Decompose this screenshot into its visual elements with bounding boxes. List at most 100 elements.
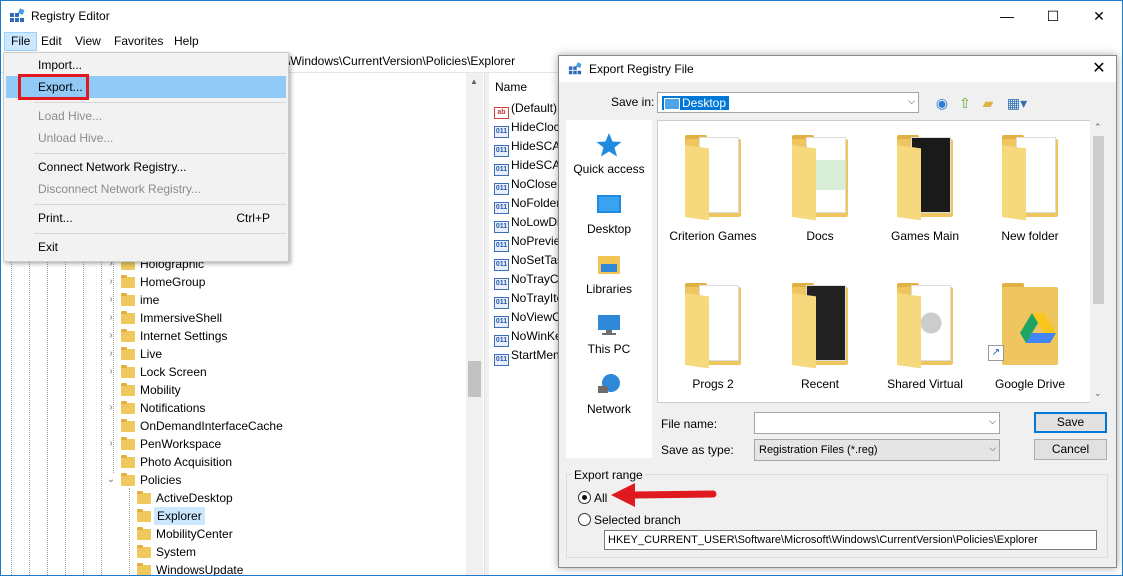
star-icon: [596, 133, 622, 157]
back-arrow-icon[interactable]: ◉: [933, 94, 951, 112]
shortcut-arrow-icon: ↗: [988, 345, 1004, 361]
chevron-down-icon[interactable]: ⌵: [908, 96, 915, 107]
folder-icon: [897, 135, 953, 221]
folder-icon: [121, 455, 135, 468]
place-label: Desktop: [586, 222, 632, 236]
chevron-right-icon[interactable]: ›: [106, 345, 116, 363]
file-item-progs-2[interactable]: Progs 2: [661, 283, 765, 391]
radio-selected-branch[interactable]: [578, 513, 591, 526]
scroll-up-icon[interactable]: ⌃: [1094, 122, 1102, 133]
folder-icon: [121, 347, 135, 360]
value-row[interactable]: 011NoLowDiskSpaceChecks: [494, 213, 559, 233]
value-row[interactable]: 011NoFolderOptions: [494, 194, 559, 214]
view-menu-icon[interactable]: ▦▾: [1004, 94, 1030, 112]
file-item-google-drive[interactable]: ↗ Google Drive: [978, 283, 1082, 391]
column-header-name[interactable]: Name: [495, 80, 527, 94]
menu-item-connect-network-registry[interactable]: Connect Network Registry...: [6, 156, 286, 178]
value-row[interactable]: 011NoCloseDragDropBands: [494, 175, 559, 195]
folder-icon: [685, 135, 741, 221]
value-row[interactable]: 011NoPreviewPane: [494, 232, 559, 252]
value-row[interactable]: 011NoTrayItemsDisplay: [494, 289, 559, 309]
chevron-down-icon[interactable]: ⌵: [989, 416, 996, 427]
value-row[interactable]: 011HideSCAHealth: [494, 137, 559, 157]
tree-item-label: ime: [140, 293, 160, 307]
tree-item-label: Photo Acquisition: [140, 455, 233, 469]
tree-scrollbar[interactable]: [466, 73, 483, 575]
file-item-games-main[interactable]: Games Main: [873, 135, 977, 243]
folder-icon: [685, 283, 741, 369]
file-item-new-folder[interactable]: New folder: [978, 135, 1082, 243]
dword-value-icon: 011: [494, 354, 509, 366]
menu-edit[interactable]: Edit: [35, 32, 68, 51]
place-network[interactable]: Network: [566, 372, 652, 416]
folder-icon: [792, 135, 848, 221]
value-row[interactable]: ab (Default): [494, 99, 557, 119]
scroll-down-icon[interactable]: ⌄: [1094, 388, 1102, 399]
tree-scrollbar-thumb[interactable]: [468, 361, 481, 397]
radio-all[interactable]: [578, 491, 591, 504]
file-item-shared-virtual[interactable]: Shared Virtual: [873, 283, 977, 391]
selected-branch-field[interactable]: HKEY_CURRENT_USER\Software\Microsoft\Win…: [604, 530, 1097, 550]
dialog-close-icon[interactable]: ✕: [1088, 58, 1110, 80]
menu-item-exit[interactable]: Exit: [6, 236, 286, 258]
minimize-button[interactable]: —: [984, 1, 1030, 31]
value-row[interactable]: 011HideClock: [494, 118, 559, 138]
value-row[interactable]: 011NoSetTaskbar: [494, 251, 559, 271]
export-range-label: Export range: [572, 468, 645, 482]
chevron-right-icon[interactable]: ›: [106, 435, 116, 453]
save-button[interactable]: Save: [1034, 412, 1107, 433]
radio-selected-branch-label[interactable]: Selected branch: [594, 513, 681, 527]
up-folder-icon[interactable]: ⇧: [956, 94, 974, 112]
file-label: Shared Virtual: [887, 377, 963, 391]
value-row[interactable]: 011NoViewContextMenu: [494, 308, 559, 328]
value-row[interactable]: 011HideSCANetwork: [494, 156, 559, 176]
scroll-up-icon[interactable]: ▲: [470, 77, 478, 86]
tree-item-label: WindowsUpdate: [156, 563, 244, 575]
chevron-right-icon[interactable]: ›: [106, 273, 116, 291]
folder-icon: [121, 365, 135, 378]
chevron-right-icon[interactable]: ›: [106, 327, 116, 345]
maximize-button[interactable]: ☐: [1030, 1, 1076, 31]
chevron-right-icon[interactable]: ›: [106, 399, 116, 417]
tree-item-label: Internet Settings: [140, 329, 228, 343]
value-row[interactable]: 011NoTrayContextMenu: [494, 270, 559, 290]
file-item-docs[interactable]: Docs: [768, 135, 872, 243]
place-quick-access[interactable]: Quick access: [566, 132, 652, 176]
computer-icon: [598, 315, 620, 335]
chevron-right-icon[interactable]: ›: [106, 291, 116, 309]
menu-view[interactable]: View: [69, 32, 107, 51]
save-as-type-combo[interactable]: Registration Files (*.reg) ⌵: [754, 439, 1000, 461]
value-name: NoTrayContextMenu: [511, 272, 559, 286]
menu-help[interactable]: Help: [168, 32, 205, 51]
chevron-down-icon[interactable]: ⌄: [106, 471, 116, 489]
place-this-pc[interactable]: This PC: [566, 312, 652, 356]
folder-icon: [121, 437, 135, 450]
new-folder-icon[interactable]: ▰: [979, 94, 997, 112]
chevron-right-icon[interactable]: ›: [106, 363, 116, 381]
chevron-down-icon[interactable]: ⌵: [989, 443, 996, 454]
radio-all-label[interactable]: All: [594, 491, 607, 505]
save-in-combo[interactable]: Desktop ⌵: [657, 92, 919, 113]
dialog-title: Export Registry File: [589, 62, 694, 76]
file-list-scrollbar-thumb[interactable]: [1093, 136, 1104, 304]
close-button[interactable]: ✕: [1076, 1, 1122, 31]
value-row[interactable]: 011StartMenuLogOff: [494, 346, 559, 366]
menu-item-import[interactable]: Import...: [6, 54, 286, 76]
tree-item-label: System: [156, 545, 197, 559]
file-item-recent[interactable]: Recent: [768, 283, 872, 391]
menu-file[interactable]: File: [4, 32, 38, 51]
value-row[interactable]: 011NoWinKeys: [494, 327, 559, 347]
place-desktop[interactable]: Desktop: [566, 192, 652, 236]
menu-item-print[interactable]: Print... Ctrl+P: [6, 207, 286, 229]
file-name-combo[interactable]: ⌵: [754, 412, 1000, 434]
chevron-right-icon[interactable]: ›: [106, 309, 116, 327]
place-label: This PC: [587, 342, 631, 356]
cancel-button[interactable]: Cancel: [1034, 439, 1107, 460]
file-item-criterion-games[interactable]: Criterion Games: [661, 135, 765, 243]
dialog-title-bar: Export Registry File ✕: [559, 56, 1116, 82]
menu-favorites[interactable]: Favorites: [108, 32, 169, 51]
export-highlight-box: [18, 74, 89, 100]
folder-icon: [121, 275, 135, 288]
place-label: Libraries: [585, 282, 633, 296]
place-libraries[interactable]: Libraries: [566, 252, 652, 296]
